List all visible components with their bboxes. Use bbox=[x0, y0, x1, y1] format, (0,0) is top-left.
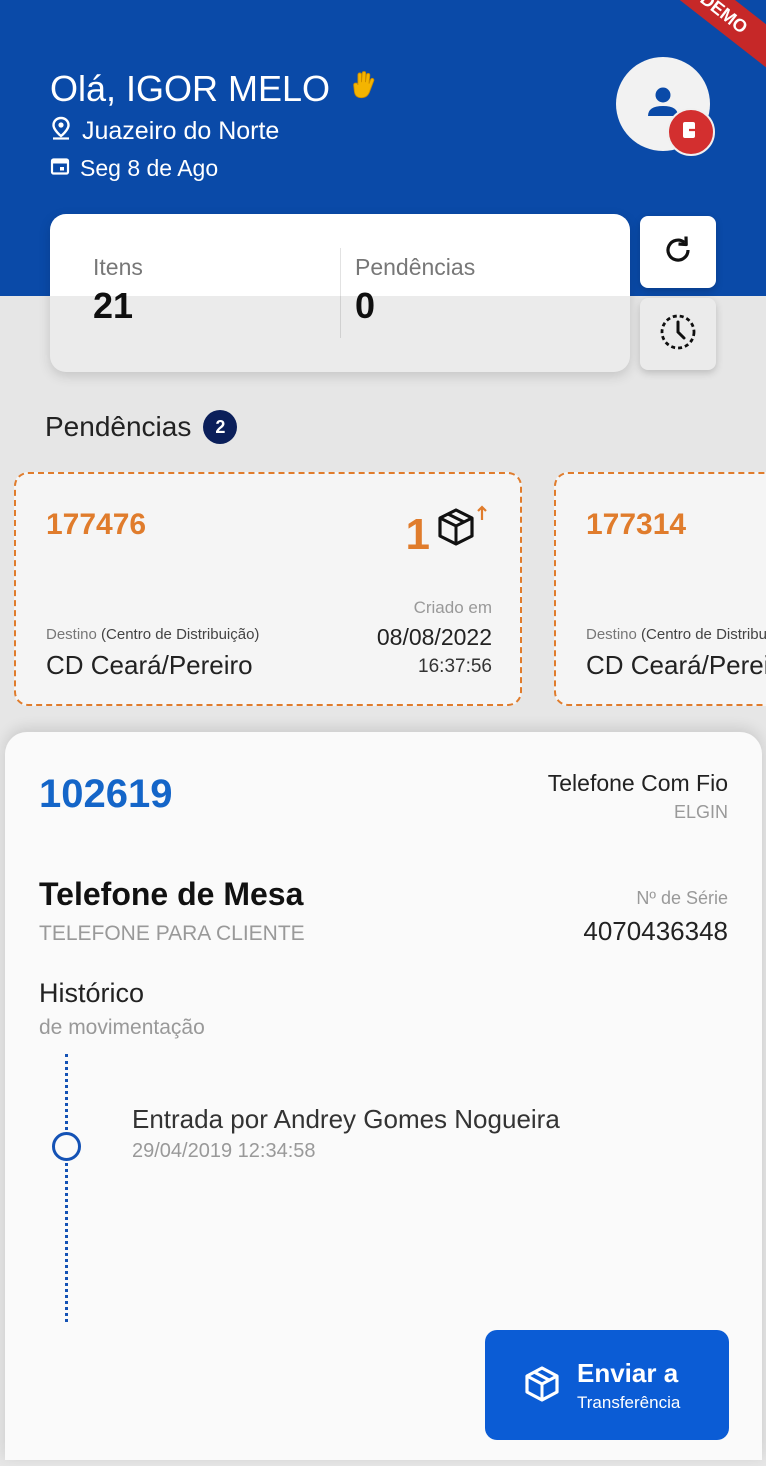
date-row: Seg 8 de Ago bbox=[50, 155, 218, 182]
waving-hand-icon bbox=[348, 68, 382, 111]
pending-section-title: Pendências 2 bbox=[45, 410, 238, 444]
destination-label-prefix: Destino bbox=[46, 626, 97, 643]
refresh-button[interactable] bbox=[640, 216, 716, 288]
send-transfer-button[interactable]: Enviar a Transferência bbox=[485, 1330, 729, 1440]
refresh-icon bbox=[661, 233, 695, 272]
destination-name: CD Ceará/Pereiro bbox=[586, 650, 766, 680]
item-code: 102619 bbox=[39, 772, 173, 816]
serial-label: Nº de Série bbox=[636, 888, 728, 908]
logout-icon bbox=[680, 119, 702, 146]
pending-item-count: 1 bbox=[406, 504, 492, 560]
items-label: Itens bbox=[93, 254, 143, 280]
calendar-icon bbox=[50, 155, 70, 182]
box-upload-icon bbox=[434, 504, 492, 555]
destination-label: Destino (Centro de Distribuição) bbox=[46, 626, 259, 643]
history-event-date: 29/04/2019 12:34:58 bbox=[132, 1140, 316, 1162]
send-button-subtitle: Transferência bbox=[577, 1392, 681, 1412]
pending-id: 177476 bbox=[46, 508, 147, 541]
created-date: 08/08/2022 bbox=[376, 624, 492, 650]
destination-name: CD Ceará/Pereiro bbox=[46, 650, 253, 680]
location-pin-icon bbox=[50, 116, 72, 147]
serial-value: 4070436348 bbox=[583, 916, 728, 946]
greeting: Olá, IGOR MELO bbox=[50, 66, 382, 111]
item-name: Telefone de Mesa bbox=[39, 876, 304, 912]
city-text: Juazeiro do Norte bbox=[82, 117, 280, 145]
pending-count-badge: 2 bbox=[203, 410, 238, 444]
pending-section-label: Pendências bbox=[45, 411, 192, 442]
logout-button[interactable] bbox=[667, 108, 715, 156]
timeline-dot bbox=[52, 1132, 81, 1161]
timeline-line bbox=[65, 1054, 68, 1322]
pending-card[interactable]: 177476 1 Criado em Destino (Centro de Di… bbox=[14, 472, 522, 706]
history-event-text: Entrada por Andrey Gomes Nogueira bbox=[132, 1104, 560, 1134]
send-button-title: Enviar a bbox=[577, 1357, 679, 1388]
product-type: Telefone Com Fio bbox=[547, 770, 728, 796]
location-row: Juazeiro do Norte bbox=[50, 116, 279, 147]
history-title: Histórico bbox=[39, 978, 145, 1008]
pending-label: Pendências bbox=[355, 254, 476, 280]
created-label: Criado em bbox=[413, 598, 492, 617]
destination-label-prefix: Destino bbox=[586, 626, 637, 643]
date-text: Seg 8 de Ago bbox=[80, 155, 219, 181]
history-subtitle: de movimentação bbox=[39, 1016, 205, 1039]
destination-label-suffix: (Centro de Distribuição) bbox=[641, 626, 766, 643]
item-detail-sheet: 102619 Telefone Com Fio ELGIN Telefone d… bbox=[5, 732, 762, 1460]
created-time: 16:37:56 bbox=[418, 656, 492, 677]
app-screen: DEMO Olá, IGOR MELO Juazeiro do Norte Se… bbox=[0, 0, 766, 1466]
pending-id: 177314 bbox=[586, 508, 687, 541]
box-send-icon bbox=[521, 1362, 563, 1409]
pending-card[interactable]: 177314 Destino (Centro de Distribuição) … bbox=[554, 472, 766, 706]
pending-count-number: 1 bbox=[405, 510, 430, 559]
greeting-text: Olá, IGOR MELO bbox=[50, 68, 331, 110]
destination-label-suffix: (Centro de Distribuição) bbox=[101, 626, 260, 643]
item-category: TELEFONE PARA CLIENTE bbox=[39, 922, 305, 945]
send-button-labels: Enviar a Transferência bbox=[577, 1358, 680, 1413]
destination-label: Destino (Centro de Distribuição) bbox=[586, 626, 766, 643]
product-brand: ELGIN bbox=[673, 802, 728, 822]
